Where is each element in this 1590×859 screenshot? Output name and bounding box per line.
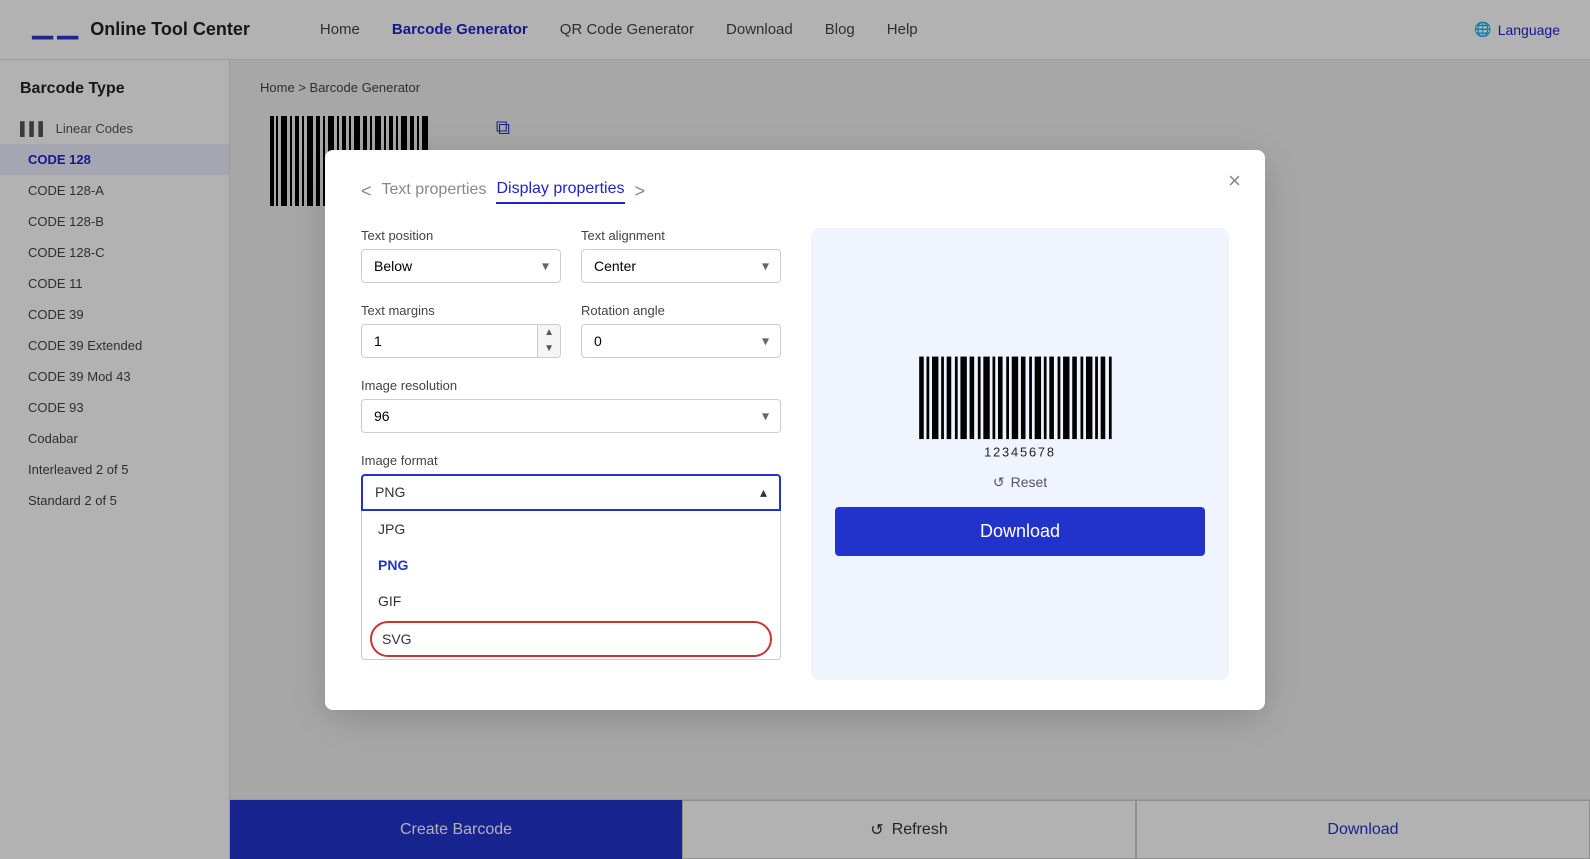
modal-body: Text position Below Text alignment Cente… <box>361 228 1229 680</box>
dropdown-item-jpg-label: JPG <box>378 521 405 537</box>
text-margins-up[interactable]: ▲ <box>538 325 560 341</box>
form-group-rotation: Rotation angle 0 <box>581 303 781 358</box>
image-format-container: PNG ▴ JPG PNG G <box>361 474 781 660</box>
image-format-value: PNG <box>375 484 405 500</box>
image-format-label: Image format <box>361 453 781 468</box>
form-row-2: Text margins ▲ ▼ Rotation angle <box>361 303 781 358</box>
dropdown-item-png[interactable]: PNG <box>362 547 780 583</box>
image-resolution-label: Image resolution <box>361 378 781 393</box>
modal: < Text properties Display properties > ×… <box>325 150 1265 710</box>
modal-form: Text position Below Text alignment Cente… <box>361 228 781 680</box>
modal-close-button[interactable]: × <box>1228 168 1241 194</box>
modal-header: < Text properties Display properties > × <box>361 180 1229 204</box>
form-group-image-format: Image format PNG ▴ JPG <box>361 453 781 660</box>
text-alignment-select[interactable]: Center <box>581 249 781 283</box>
reset-button[interactable]: ↺ Reset <box>993 474 1047 491</box>
text-position-label: Text position <box>361 228 561 243</box>
dropdown-item-jpg[interactable]: JPG <box>362 511 780 547</box>
form-group-text-position: Text position Below <box>361 228 561 283</box>
form-group-text-alignment: Text alignment Center <box>581 228 781 283</box>
image-resolution-select-wrapper: 96 <box>361 399 781 433</box>
dropdown-item-gif-label: GIF <box>378 593 401 609</box>
form-group-text-margins: Text margins ▲ ▼ <box>361 303 561 358</box>
dropdown-item-gif[interactable]: GIF <box>362 583 780 619</box>
dropdown-item-png-label: PNG <box>378 557 408 573</box>
dropdown-item-svg[interactable]: SVG <box>370 621 772 657</box>
barcode-preview: 12345678 <box>910 352 1130 462</box>
modal-prev-arrow[interactable]: < <box>361 181 372 202</box>
modal-preview: 12345678 ↺ Reset Download <box>811 228 1229 680</box>
form-group-image-resolution: Image resolution 96 <box>361 378 781 433</box>
text-margins-spinners: ▲ ▼ <box>537 325 560 357</box>
image-format-dropdown: JPG PNG GIF SVG <box>361 511 781 660</box>
text-margins-spinner: ▲ ▼ <box>361 324 561 358</box>
dropdown-item-svg-label: SVG <box>382 631 412 647</box>
modal-download-button[interactable]: Download <box>835 507 1205 556</box>
tab-text-properties[interactable]: Text properties <box>382 181 487 203</box>
rotation-angle-select[interactable]: 0 <box>581 324 781 358</box>
text-position-select-wrapper: Below <box>361 249 561 283</box>
tab-display-properties[interactable]: Display properties <box>496 180 624 204</box>
text-margins-label: Text margins <box>361 303 561 318</box>
rotation-angle-select-wrapper: 0 <box>581 324 781 358</box>
reset-icon: ↺ <box>993 474 1005 491</box>
form-row-3: Image resolution 96 <box>361 378 781 433</box>
reset-label: Reset <box>1011 474 1048 490</box>
image-format-select[interactable]: PNG ▴ <box>361 474 781 511</box>
text-position-select[interactable]: Below <box>361 249 561 283</box>
text-margins-input[interactable] <box>362 325 537 357</box>
form-row-4: Image format PNG ▴ JPG <box>361 453 781 660</box>
rotation-angle-label: Rotation angle <box>581 303 781 318</box>
text-alignment-select-wrapper: Center <box>581 249 781 283</box>
modal-next-arrow[interactable]: > <box>635 181 646 202</box>
text-alignment-label: Text alignment <box>581 228 781 243</box>
form-row-1: Text position Below Text alignment Cente… <box>361 228 781 283</box>
barcode-preview-svg: 12345678 <box>910 352 1130 462</box>
image-format-chevron-up: ▴ <box>760 484 767 501</box>
modal-overlay: < Text properties Display properties > ×… <box>0 0 1590 859</box>
svg-text:12345678: 12345678 <box>984 444 1056 459</box>
image-resolution-select[interactable]: 96 <box>361 399 781 433</box>
text-margins-down[interactable]: ▼ <box>538 341 560 357</box>
